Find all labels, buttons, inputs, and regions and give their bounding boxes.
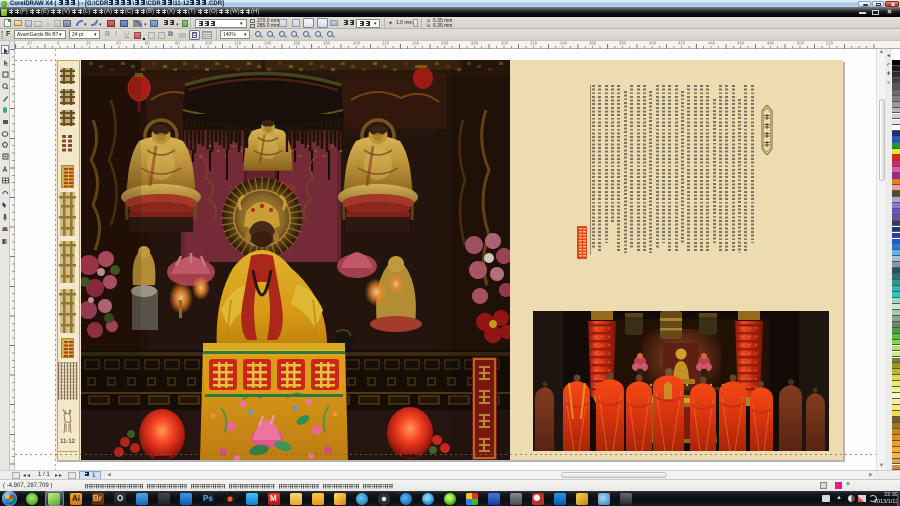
svg-text:A: A [3,167,8,174]
